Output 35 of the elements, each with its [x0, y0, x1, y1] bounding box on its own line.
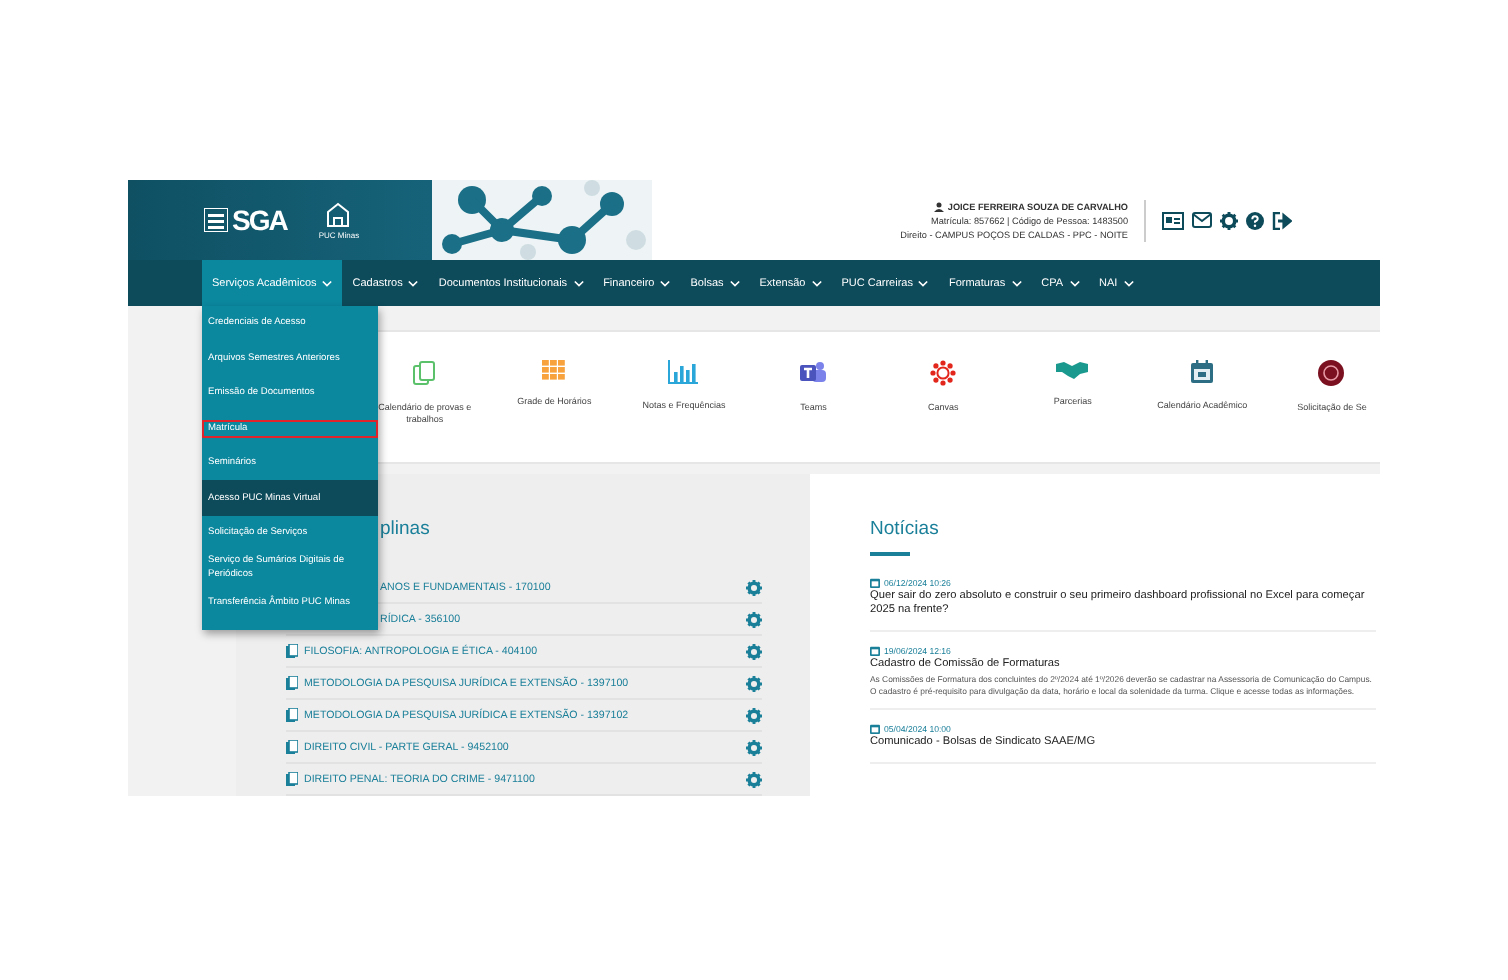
caret-icon: [1123, 279, 1134, 287]
caret-icon: [811, 279, 822, 287]
caret-icon: [408, 279, 419, 287]
calendar-icon: [870, 577, 880, 587]
caret-icon: [729, 279, 740, 287]
logo-text: SGA: [232, 204, 287, 236]
user-icon: [933, 201, 944, 211]
id-card-icon[interactable]: [1162, 211, 1184, 229]
ring-icon: [930, 360, 957, 386]
news-title: Notícias: [870, 518, 941, 540]
grid-icon: [542, 360, 567, 380]
document-icon: [286, 740, 298, 754]
teams-icon: [800, 360, 827, 386]
logout-icon[interactable]: [1272, 211, 1292, 229]
document-icon: [286, 644, 298, 658]
documents-icon: [412, 360, 437, 386]
help-icon[interactable]: [1246, 211, 1264, 229]
calendar-icon: [870, 724, 880, 734]
settings-icon[interactable]: [1220, 211, 1238, 229]
caret-icon: [918, 279, 929, 287]
caret-icon: [1069, 279, 1079, 287]
caret-icon: [322, 279, 333, 287]
document-icon: [286, 772, 298, 786]
round-badge-icon: [1318, 360, 1345, 386]
panel-title: plinas: [380, 518, 432, 540]
document-icon: [286, 708, 298, 722]
caret-icon: [573, 279, 584, 287]
calendar-icon: [1190, 360, 1215, 384]
caret-icon: [1011, 279, 1022, 287]
mail-icon[interactable]: [1192, 212, 1212, 228]
calendar-icon: [870, 645, 880, 655]
document-icon: [286, 676, 298, 690]
bar-chart-icon: [668, 360, 699, 384]
caret-icon: [660, 279, 671, 287]
logo-icon: [204, 208, 228, 232]
